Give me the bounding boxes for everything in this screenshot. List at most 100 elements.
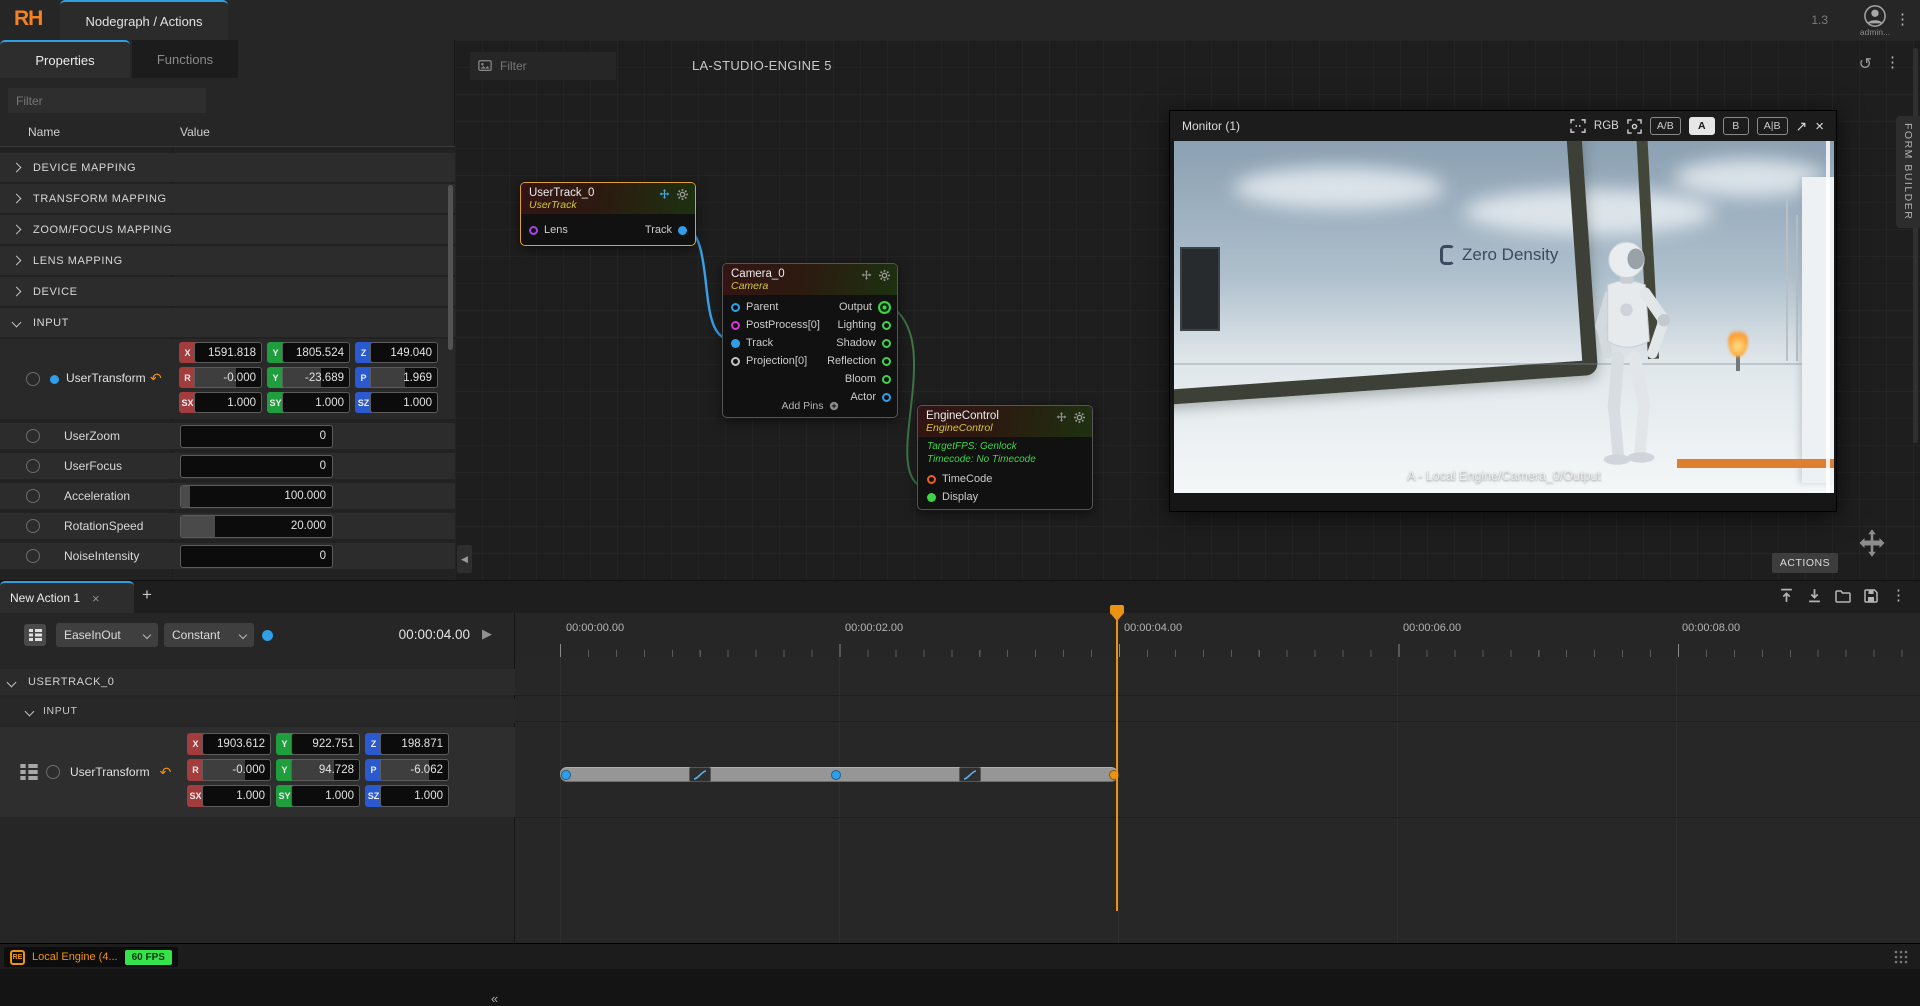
extrapolation-dropdown[interactable]: Constant bbox=[164, 623, 254, 647]
play-button[interactable]: ▶ bbox=[482, 626, 492, 642]
userzoom-field[interactable]: 0 bbox=[180, 425, 333, 448]
transform-field-sx[interactable]: 1.000 bbox=[194, 392, 262, 413]
user-transform-radio[interactable] bbox=[26, 372, 40, 386]
nodegraph-scrollbar[interactable] bbox=[1913, 48, 1918, 443]
node-header[interactable]: Camera_0 Camera bbox=[723, 264, 897, 295]
userzoom-radio[interactable] bbox=[26, 429, 40, 443]
reset-undo-icon[interactable]: ↶ bbox=[150, 371, 162, 385]
nodegraph-filter-box[interactable]: Filter bbox=[470, 52, 616, 80]
pin-shadow-icon[interactable] bbox=[882, 339, 891, 348]
tl-field-ry[interactable]: 94.728 bbox=[291, 759, 360, 781]
curve-editor-toggle-icon[interactable] bbox=[24, 624, 46, 646]
transform-field-ry[interactable]: -23.689 bbox=[282, 367, 350, 388]
pin-track-in-icon[interactable] bbox=[731, 339, 740, 348]
pin-parent-icon[interactable] bbox=[731, 303, 740, 312]
transform-field-p[interactable]: 1.969 bbox=[370, 367, 438, 388]
properties-filter-input[interactable] bbox=[8, 88, 206, 113]
rh-logo[interactable]: RH bbox=[14, 7, 42, 31]
history-icon[interactable]: ↺ bbox=[1859, 54, 1872, 74]
track-subgroup-row[interactable]: INPUT bbox=[0, 699, 515, 723]
pin-display-icon[interactable] bbox=[927, 493, 936, 502]
node-camera[interactable]: Camera_0 Camera Parent PostProcess[0] Tr… bbox=[722, 263, 898, 418]
transform-field-sz[interactable]: 1.000 bbox=[370, 392, 438, 413]
tl-field-sx[interactable]: 1.000 bbox=[202, 785, 271, 807]
close-tab-icon[interactable]: × bbox=[92, 591, 100, 606]
tl-field-p[interactable]: -6.062 bbox=[380, 759, 449, 781]
download-icon[interactable] bbox=[1807, 588, 1822, 603]
ab-sidebyside-button[interactable]: A|B bbox=[1757, 117, 1788, 135]
rotationspeed-field[interactable]: 20.000 bbox=[180, 515, 333, 538]
pin-lens-icon[interactable] bbox=[529, 226, 538, 235]
playhead-line[interactable] bbox=[1116, 613, 1118, 911]
pin-track-out-icon[interactable] bbox=[678, 226, 687, 235]
userfocus-radio[interactable] bbox=[26, 459, 40, 473]
channel-b-button[interactable]: B bbox=[1723, 117, 1749, 135]
move-node-icon[interactable] bbox=[1056, 412, 1067, 423]
tl-field-r[interactable]: -0.000 bbox=[202, 759, 271, 781]
pin-bloom-icon[interactable] bbox=[882, 375, 891, 384]
add-action-button[interactable]: + bbox=[142, 585, 152, 605]
tab-properties[interactable]: Properties bbox=[0, 40, 130, 78]
track-group-row[interactable]: USERTRACK_0 bbox=[0, 669, 515, 695]
section-device[interactable]: DEVICE bbox=[0, 277, 455, 306]
timeline-ruler[interactable]: 00:00:00.00 00:00:02.00 00:00:04.00 00:0… bbox=[515, 613, 1920, 657]
acceleration-field[interactable]: 100.000 bbox=[180, 485, 333, 508]
gear-icon[interactable] bbox=[677, 189, 688, 200]
userfocus-field[interactable]: 0 bbox=[180, 455, 333, 478]
ab-split-button[interactable]: A/B bbox=[1650, 117, 1681, 135]
section-transform-mapping[interactable]: TRANSFORM MAPPING bbox=[0, 184, 455, 213]
transform-field-r[interactable]: -0.000 bbox=[194, 367, 262, 388]
node-header[interactable]: EngineControl EngineControl bbox=[918, 406, 1092, 437]
transform-field-z[interactable]: 149.040 bbox=[370, 342, 438, 363]
tl-field-sy[interactable]: 1.000 bbox=[291, 785, 360, 807]
noiseintensity-radio[interactable] bbox=[26, 549, 40, 563]
timeline-menu-kebab-icon[interactable]: ⋮ bbox=[1891, 588, 1906, 603]
transform-field-y[interactable]: 1805.524 bbox=[282, 342, 350, 363]
nodegraph-menu-kebab-icon[interactable]: ⋮ bbox=[1885, 55, 1900, 70]
gear-icon[interactable] bbox=[879, 270, 890, 281]
form-builder-tab[interactable]: FORM BUILDER bbox=[1896, 116, 1920, 228]
track-radio[interactable] bbox=[46, 765, 60, 779]
action-tab[interactable]: New Action 1 × bbox=[0, 581, 134, 613]
pin-timecode-icon[interactable] bbox=[927, 475, 936, 484]
user-avatar-icon[interactable] bbox=[1864, 5, 1886, 27]
save-icon[interactable] bbox=[1864, 589, 1878, 603]
popout-arrow-icon[interactable]: ↗ bbox=[1796, 118, 1808, 135]
tl-field-x[interactable]: 1903.612 bbox=[202, 733, 271, 755]
tl-field-z[interactable]: 198.871 bbox=[380, 733, 449, 755]
properties-scrollbar[interactable] bbox=[448, 185, 453, 350]
fit-screen-icon[interactable] bbox=[1570, 119, 1586, 133]
move-tool-icon[interactable] bbox=[1857, 528, 1887, 558]
resize-grip-icon[interactable] bbox=[1894, 950, 1908, 964]
node-enginecontrol[interactable]: EngineControl EngineControl TargetFPS: G… bbox=[917, 405, 1093, 510]
node-usertrack[interactable]: UserTrack_0 UserTrack Lens Track bbox=[520, 182, 696, 246]
actions-button[interactable]: ACTIONS bbox=[1772, 553, 1838, 573]
push-to-top-icon[interactable] bbox=[1779, 588, 1794, 603]
folder-icon[interactable] bbox=[1835, 589, 1851, 603]
monitor-header[interactable]: Monitor (1) RGB A/B A B A|B ↗ × bbox=[1170, 111, 1836, 141]
add-pins-button[interactable]: Add Pins bbox=[723, 400, 897, 412]
interpolation-dropdown[interactable]: EaseInOut bbox=[56, 623, 158, 647]
record-key-dot[interactable] bbox=[262, 630, 273, 641]
channel-a-button[interactable]: A bbox=[1689, 117, 1715, 135]
move-node-icon[interactable] bbox=[861, 270, 872, 281]
section-lens-mapping[interactable]: LENS MAPPING bbox=[0, 246, 455, 275]
transform-field-x[interactable]: 1591.818 bbox=[194, 342, 262, 363]
monitor-video[interactable]: Zero Density bbox=[1174, 141, 1834, 493]
node-header[interactable]: UserTrack_0 UserTrack bbox=[521, 183, 695, 214]
move-node-icon[interactable] bbox=[659, 189, 670, 200]
curve-keyframe-icon[interactable] bbox=[689, 767, 711, 782]
collapse-properties-button[interactable]: ◀ bbox=[457, 545, 472, 573]
noiseintensity-field[interactable]: 0 bbox=[180, 545, 333, 568]
curve-keyframe-icon[interactable] bbox=[959, 767, 981, 782]
main-tab-nodegraph-actions[interactable]: Nodegraph / Actions bbox=[60, 0, 228, 40]
pin-output-icon[interactable] bbox=[878, 301, 891, 314]
tab-functions[interactable]: Functions bbox=[132, 40, 238, 78]
reset-undo-icon[interactable]: ↶ bbox=[160, 765, 172, 779]
timeline-track-area[interactable] bbox=[515, 657, 1920, 944]
track-grid-icon[interactable] bbox=[20, 764, 38, 780]
section-device-mapping[interactable]: DEVICE MAPPING bbox=[0, 153, 455, 182]
tl-field-sz[interactable]: 1.000 bbox=[380, 785, 449, 807]
pin-postprocess-icon[interactable] bbox=[731, 321, 740, 330]
section-input[interactable]: INPUT bbox=[0, 308, 455, 337]
